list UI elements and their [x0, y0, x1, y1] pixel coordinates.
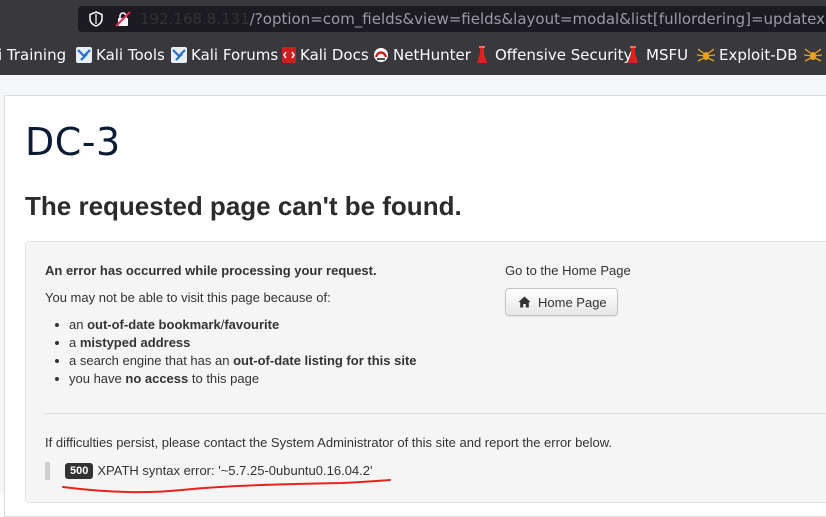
error-code-badge: 500: [65, 463, 94, 479]
bookmark-label: Offensive Security: [495, 46, 633, 64]
error-message: XPATH syntax error: '~5.7.25-0ubuntu0.16…: [97, 463, 373, 478]
bookmark-label: i Training: [0, 46, 67, 64]
bookmark-label: Kali Docs: [300, 46, 369, 64]
reason-text: a: [69, 335, 80, 350]
insecure-lock-icon[interactable]: [115, 11, 131, 27]
reason-item: an out-of-date bookmark/favourite: [45, 316, 417, 334]
url-path: /?option=com_fields&view=fields&layout=m…: [249, 10, 826, 28]
kali-dragon-icon: [76, 47, 92, 63]
reason-item: a search engine that has an out-of-date …: [45, 352, 417, 370]
page-card: DC-3 The requested page can't be found. …: [4, 95, 826, 517]
url-host: 192.168.8.131: [140, 10, 250, 28]
exploitdb-spider-icon: [697, 48, 715, 62]
reason-bold: no access: [125, 371, 189, 386]
bookmark-kali-training[interactable]: i Training: [0, 40, 70, 70]
bookmark-nethunter[interactable]: NetHunter: [373, 40, 471, 70]
home-page-button[interactable]: Home Page: [505, 288, 618, 316]
goto-home-text: Go to the Home Page: [505, 263, 631, 278]
reason-bold: out-of-date listing for this site: [233, 353, 417, 368]
reason-bold: out-of-date bookmark: [87, 317, 221, 332]
error-well: An error has occurred while processing y…: [25, 241, 826, 503]
bookmark-msfu[interactable]: MSFU: [627, 40, 689, 70]
bookmark-exploit-db[interactable]: Exploit-DB: [697, 40, 798, 70]
error-blockquote: 500 XPATH syntax error: '~5.7.25-0ubuntu0…: [45, 462, 372, 480]
reason-bold: favourite: [224, 317, 280, 332]
home-page-label: Home Page: [538, 295, 607, 310]
bookmark-kali-forums[interactable]: Kali Forums: [171, 40, 278, 70]
bookmark-label: NetHunter: [393, 46, 471, 64]
offsec-icon: [628, 46, 638, 63]
bookmark-offensive-security[interactable]: Offensive Security: [476, 40, 632, 70]
home-icon: [518, 296, 531, 308]
kali-docs-icon: [282, 47, 296, 63]
bookmark-overflow[interactable]: [804, 40, 826, 70]
error-occurred-text: An error has occurred while processing y…: [45, 263, 377, 278]
site-title: DC-3: [25, 120, 121, 164]
kali-dragon-icon: [171, 47, 187, 63]
bookmark-label: Kali Tools: [96, 46, 165, 64]
may-not-visit-text: You may not be able to visit this page b…: [45, 290, 331, 305]
reason-bold: mistyped address: [79, 335, 191, 350]
bookmark-label: Exploit-DB: [719, 46, 798, 64]
error-heading: The requested page can't be found.: [25, 191, 462, 221]
reason-text: you have: [69, 371, 126, 386]
reason-item: a mistyped address: [45, 334, 417, 352]
offsec-icon: [477, 46, 487, 63]
reason-list: an out-of-date bookmark/favourite a mist…: [45, 316, 417, 388]
reason-item: you have no access to this page: [45, 370, 417, 388]
bookmark-label: MSFU: [646, 46, 689, 64]
bookmark-kali-docs[interactable]: Kali Docs: [282, 40, 369, 70]
url-text[interactable]: 192.168.8.131/?option=com_fields&view=fi…: [140, 9, 826, 29]
divider: [45, 413, 826, 414]
reason-text: to this page: [188, 371, 260, 386]
bookmark-label: Kali Forums: [191, 46, 279, 64]
page-viewport: DC-3 The requested page can't be found. …: [0, 75, 826, 517]
browser-chrome: 192.168.8.131/?option=com_fields&view=fi…: [0, 0, 826, 75]
annotation-underline: [62, 479, 391, 494]
reason-text: a search engine that has an: [69, 353, 234, 368]
url-bar[interactable]: 192.168.8.131/?option=com_fields&view=fi…: [78, 6, 826, 32]
persist-text: If difficulties persist, please contact …: [45, 435, 612, 450]
shield-icon[interactable]: [88, 11, 104, 27]
nethunter-icon: [374, 48, 388, 62]
exploitdb-spider-icon: [804, 48, 822, 62]
bookmark-kali-tools[interactable]: Kali Tools: [76, 40, 166, 70]
bookmarks-bar: i Training Kali Tools Kali Forums Kali D…: [0, 40, 826, 70]
reason-text: an: [69, 317, 88, 332]
